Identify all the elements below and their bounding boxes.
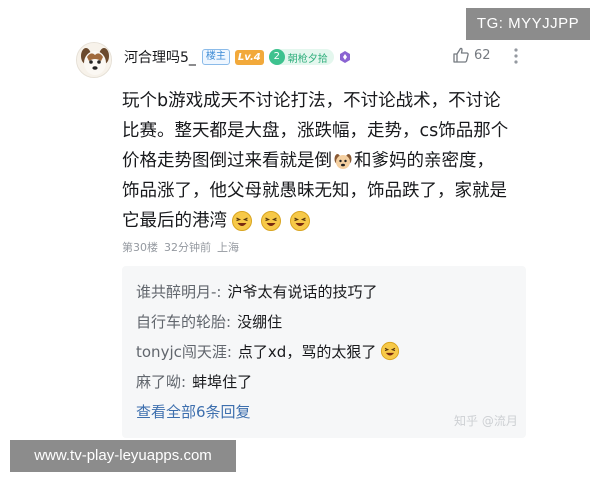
reply-item[interactable]: 谁共醉明月-: 沪爷太有说话的技巧了 — [136, 276, 512, 306]
laughing-emoji — [381, 341, 400, 361]
comment-line: 饰品涨了，他父母就愚昧无知，饰品跌了，家就是 — [122, 181, 507, 201]
dog-avatar-icon — [77, 43, 111, 77]
like-count: 62 — [474, 47, 491, 63]
more-vert-icon[interactable] — [510, 46, 522, 66]
reply-item[interactable]: tonyjc闯天涯: 点了xd，骂的太狠了 — [136, 336, 512, 366]
level-badge: Lv.4 — [234, 49, 264, 65]
comment-text: 和爹妈的亲密度， — [354, 151, 494, 171]
thumb-up-icon — [453, 47, 469, 63]
zhihu-watermark: 知乎 @流月 — [454, 414, 518, 428]
reply-text: 蚌埠住了 — [192, 372, 253, 391]
url-watermark: www.tv-play-leyuapps.com — [10, 440, 236, 472]
comment-body: 玩个b游戏成天不讨论打法，不讨论战术，不讨论 比赛。整天都是大盘，涨跌幅，走势，… — [122, 86, 542, 236]
reply-username[interactable]: 谁共醉明月-: — [136, 281, 221, 302]
reply-text: 点了xd，骂的太狠了 — [238, 341, 401, 362]
reply-item[interactable]: 自行车的轮胎: 没绷住 — [136, 306, 512, 336]
laughing-emoji — [261, 211, 281, 231]
laughing-emoji — [290, 211, 310, 231]
tg-watermark: TG: MYYJJPP — [466, 8, 590, 40]
user-avatar[interactable] — [76, 42, 112, 78]
reply-username[interactable]: tonyjc闯天涯: — [136, 341, 232, 362]
comment-line: 价格走势图倒过来看就是倒 和爹妈的亲密度， — [122, 146, 542, 176]
fan-medal-name: 朝枪夕拾 — [287, 53, 328, 65]
comment-meta: 第30楼 32分钟前 上海 — [122, 239, 239, 255]
reply-username[interactable]: 麻了呦: — [136, 371, 186, 392]
like-button[interactable]: 62 — [452, 46, 491, 64]
fan-medal-badge[interactable]: 2 朝枪夕拾 — [268, 49, 334, 65]
comment-line: 玩个b游戏成天不讨论打法，不讨论战术，不讨论 — [122, 91, 501, 111]
comment-time: 32分钟前 — [164, 241, 211, 254]
owner-badge: 楼主 — [201, 49, 230, 65]
reply-text-content: 点了xd，骂的太狠了 — [237, 342, 377, 361]
floor-number: 第30楼 — [122, 241, 158, 254]
reply-text: 沪爷太有说话的技巧了 — [227, 282, 378, 301]
fan-medal-level: 2 — [268, 49, 285, 65]
laughing-emoji — [232, 211, 252, 231]
reply-username[interactable]: 自行车的轮胎: — [136, 311, 231, 332]
comment-text: 它最后的港湾 — [122, 211, 227, 231]
comment-text: 价格走势图倒过来看就是倒 — [122, 151, 332, 171]
username[interactable]: 河合理吗5_ — [124, 47, 196, 67]
dog-emoji — [334, 154, 352, 169]
comment-location: 上海 — [217, 241, 239, 254]
reply-text: 没绷住 — [237, 312, 283, 331]
comment-line: 比赛。整天都是大盘，涨跌幅，走势，cs饰品那个 — [122, 121, 509, 141]
reply-item[interactable]: 麻了呦: 蚌埠住了 — [136, 366, 512, 396]
comment-header: 河合理吗5_ 楼主 Lv.4 2 朝枪夕拾 — [124, 46, 352, 68]
purple-badge-icon — [339, 51, 350, 63]
comment-line: 它最后的港湾 — [122, 206, 542, 236]
